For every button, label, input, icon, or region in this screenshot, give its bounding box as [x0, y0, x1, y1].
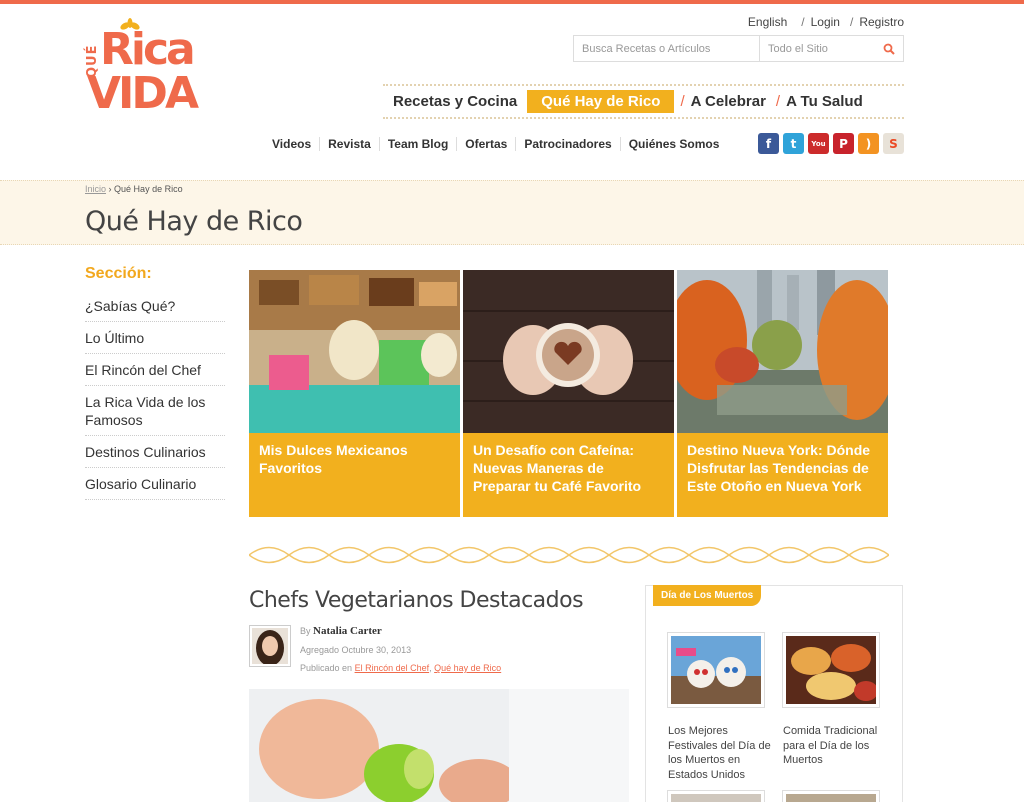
- widget-thumbnail[interactable]: [667, 632, 765, 708]
- sidebar-item-rincon-del-chef[interactable]: El Rincón del Chef: [85, 354, 225, 386]
- breadcrumb-home[interactable]: Inicio: [85, 184, 106, 194]
- main-nav: Recetas y Cocina Qué Hay de Rico / A Cel…: [383, 84, 904, 119]
- search-button[interactable]: [875, 36, 903, 61]
- separator: /: [801, 15, 805, 29]
- widget-item-caption[interactable]: Los Mejores Festivales del Día de los Mu…: [668, 724, 773, 782]
- sidebar-item-glosario-culinario[interactable]: Glosario Culinario: [85, 468, 225, 500]
- widget-tab-label[interactable]: Día de Los Muertos: [653, 585, 762, 606]
- sidebar-list: ¿Sabías Qué? Lo Último El Rincón del Che…: [85, 290, 225, 500]
- nav-a-celebrar[interactable]: A Celebrar: [685, 93, 776, 110]
- sidebar-item-destinos-culinarios[interactable]: Destinos Culinarios: [85, 436, 225, 468]
- feature-card[interactable]: Destino Nueva York: Dónde Disfrutar las …: [677, 270, 888, 517]
- feature-card[interactable]: Mis Dulces Mexicanos Favoritos: [249, 270, 460, 517]
- twitter-icon[interactable]: t: [783, 133, 804, 154]
- sidebar-item-famosos[interactable]: La Rica Vida de los Famosos: [85, 386, 225, 436]
- article-byline: By Natalia Carter: [300, 625, 382, 637]
- article-categories: Publicado en El Rincón del Chef, Qué hay…: [300, 663, 501, 673]
- widget-thumbnail[interactable]: [667, 790, 765, 802]
- separator: /: [849, 15, 854, 29]
- feature-caption[interactable]: Mis Dulces Mexicanos Favoritos: [249, 433, 460, 517]
- published-in-label: Publicado en: [300, 663, 353, 673]
- author-avatar[interactable]: [249, 625, 291, 667]
- top-accent-bar: [0, 0, 1024, 4]
- article-date: Agregado Octubre 30, 2013: [300, 645, 412, 655]
- subnav-ofertas[interactable]: Ofertas: [457, 137, 517, 151]
- decorative-divider: [249, 542, 889, 568]
- feature-image-nueva-york[interactable]: [677, 270, 888, 433]
- search-bar: Busca Recetas o Artículos Todo el Sitio: [573, 35, 904, 62]
- pinterest-icon[interactable]: P: [833, 133, 854, 154]
- feature-card[interactable]: Un Desafío con Cafeína: Nuevas Maneras d…: [463, 270, 674, 517]
- stumbleupon-icon[interactable]: S: [883, 133, 904, 154]
- sidebar-heading: Sección:: [85, 265, 152, 282]
- search-scope-select[interactable]: Todo el Sitio: [760, 36, 875, 61]
- article-hero-image[interactable]: [249, 689, 629, 802]
- category-link[interactable]: Qué hay de Rico: [434, 663, 501, 673]
- search-icon: [883, 43, 895, 55]
- english-link[interactable]: English: [748, 15, 787, 29]
- facebook-icon[interactable]: f: [758, 133, 779, 154]
- feature-image-dulces[interactable]: [249, 270, 460, 433]
- nav-recetas-y-cocina[interactable]: Recetas y Cocina: [383, 93, 527, 110]
- feature-caption[interactable]: Destino Nueva York: Dónde Disfrutar las …: [677, 433, 888, 517]
- page-title: Qué Hay de Rico: [85, 206, 303, 237]
- search-input[interactable]: Busca Recetas o Artículos: [574, 36, 760, 61]
- sub-nav: Videos Revista Team Blog Ofertas Patroci…: [264, 133, 727, 155]
- social-links: f t You P ) S: [758, 133, 904, 154]
- sidebar-item-lo-ultimo[interactable]: Lo Último: [85, 322, 225, 354]
- category-link[interactable]: El Rincón del Chef: [355, 663, 430, 673]
- rss-icon[interactable]: ): [858, 133, 879, 154]
- subnav-revista[interactable]: Revista: [320, 137, 380, 151]
- author-name[interactable]: Natalia Carter: [313, 625, 382, 637]
- register-link[interactable]: Registro: [859, 15, 904, 29]
- breadcrumb-current: Qué Hay de Rico: [114, 184, 183, 194]
- breadcrumb-sep: ›: [108, 184, 112, 194]
- logo-rica: Rica: [100, 24, 196, 75]
- youtube-icon[interactable]: You: [808, 133, 829, 154]
- widget-item-caption[interactable]: Comida Tradicional para el Día de los Mu…: [783, 724, 888, 768]
- widget-thumbnail[interactable]: [782, 790, 880, 802]
- category-separator: ,: [429, 663, 432, 673]
- byline-by: By: [300, 626, 311, 636]
- subnav-videos[interactable]: Videos: [264, 137, 321, 151]
- site-logo[interactable]: QUÉ Rica VIDA: [85, 18, 205, 119]
- nav-a-tu-salud[interactable]: A Tu Salud: [780, 93, 873, 110]
- widget-thumbnail[interactable]: [782, 632, 880, 708]
- feature-caption[interactable]: Un Desafío con Cafeína: Nuevas Maneras d…: [463, 433, 674, 517]
- article-title[interactable]: Chefs Vegetarianos Destacados: [249, 588, 584, 613]
- subnav-quienes-somos[interactable]: Quiénes Somos: [621, 137, 728, 151]
- top-links: English / Login / Registro: [748, 15, 904, 29]
- login-link[interactable]: Login: [811, 15, 840, 29]
- breadcrumb: Inicio › Qué Hay de Rico: [85, 184, 183, 194]
- feature-image-cafe[interactable]: [463, 270, 674, 433]
- subnav-team-blog[interactable]: Team Blog: [380, 137, 458, 151]
- sidebar-item-sabias-que[interactable]: ¿Sabías Qué?: [85, 290, 225, 322]
- logo-vida: VIDA: [87, 68, 199, 119]
- subnav-patrocinadores[interactable]: Patrocinadores: [516, 137, 621, 151]
- nav-que-hay-de-rico[interactable]: Qué Hay de Rico: [527, 90, 675, 113]
